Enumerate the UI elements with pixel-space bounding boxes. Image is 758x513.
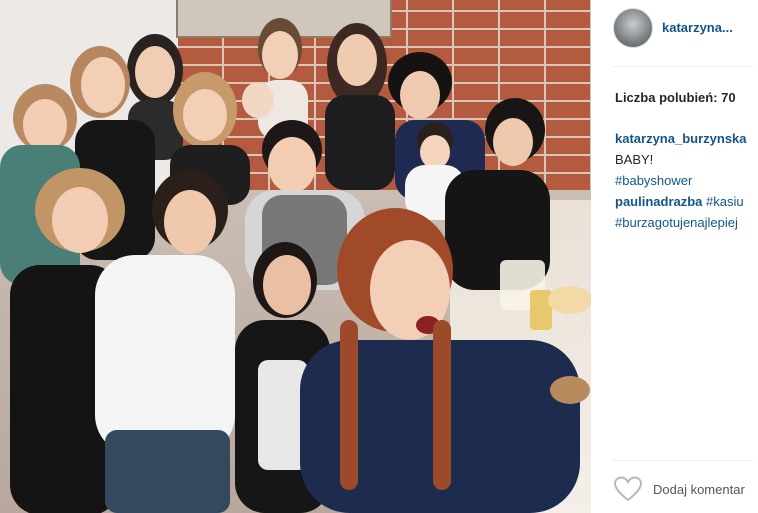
comment-hashtag[interactable]: #kasiu bbox=[706, 194, 744, 209]
comment-author[interactable]: paulinadrazba bbox=[615, 194, 702, 209]
comment-hashtag[interactable]: #babyshower bbox=[615, 170, 758, 191]
comment-item: paulinadrazba #kasiu #burzagotujenajlepi… bbox=[615, 191, 758, 233]
post-sidebar: katarzyna... Liczba polubień: 70 katarzy… bbox=[591, 0, 758, 513]
group-of-people-illustration bbox=[0, 18, 591, 513]
like-count[interactable]: Liczba polubień: 70 bbox=[615, 90, 736, 105]
post-header: katarzyna... bbox=[591, 0, 758, 62]
post-photo[interactable] bbox=[0, 0, 591, 513]
comment-list: katarzyna_burzynska BABY! #babyshower pa… bbox=[615, 128, 758, 233]
add-comment-input[interactable]: Dodaj komentar bbox=[653, 482, 745, 497]
like-button[interactable] bbox=[613, 476, 643, 502]
person-back-3 bbox=[325, 23, 395, 190]
comment-text: BABY! bbox=[615, 152, 654, 167]
heart-outline-icon bbox=[613, 476, 643, 502]
avatar[interactable] bbox=[613, 8, 653, 48]
header-divider bbox=[613, 66, 753, 67]
post-username[interactable]: katarzyna... bbox=[662, 20, 733, 35]
footer-divider bbox=[613, 460, 753, 461]
comment-hashtag[interactable]: #burzagotujenajlepiej bbox=[615, 212, 758, 233]
comment-author[interactable]: katarzyna_burzynska bbox=[615, 128, 758, 149]
post-footer: Dodaj komentar bbox=[591, 462, 758, 513]
comment-item: katarzyna_burzynska BABY! #babyshower bbox=[615, 128, 758, 191]
